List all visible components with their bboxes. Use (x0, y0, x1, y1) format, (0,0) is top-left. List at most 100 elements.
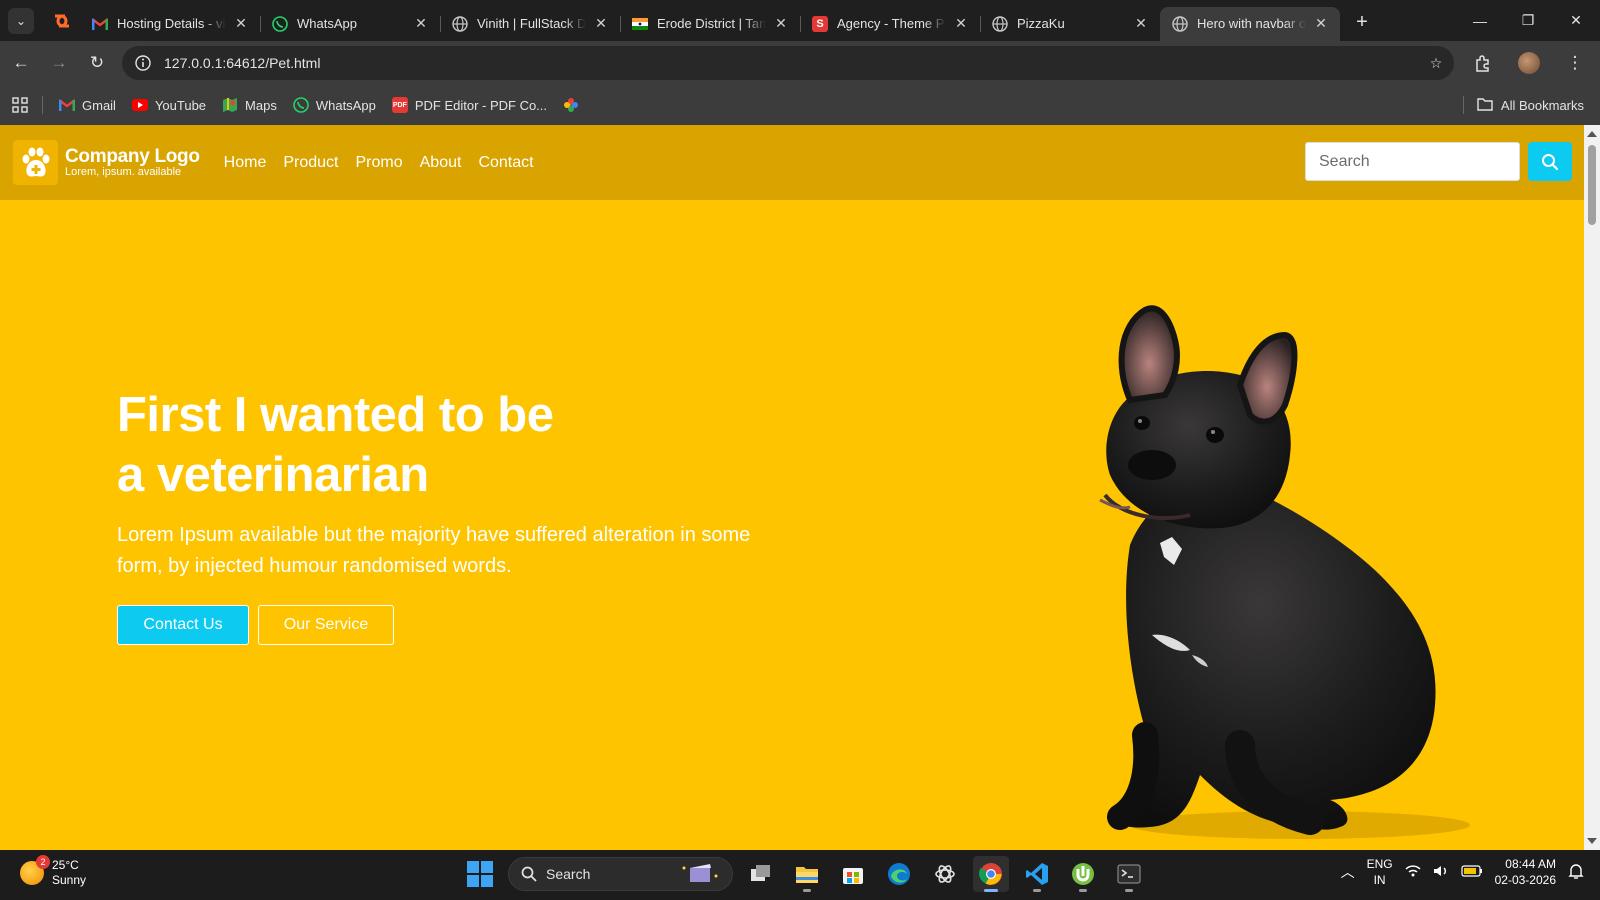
apps-grid-icon[interactable] (12, 97, 28, 113)
close-tab-icon[interactable]: ✕ (592, 15, 610, 33)
close-tab-icon[interactable]: ✕ (1132, 15, 1150, 33)
our-service-button[interactable]: Our Service (258, 605, 394, 645)
vscode-icon[interactable] (1019, 856, 1055, 892)
nav-product[interactable]: Product (283, 154, 338, 172)
close-tab-icon[interactable]: ✕ (232, 15, 250, 33)
tab-title: Erode District | Tami (657, 16, 766, 31)
language-indicator[interactable]: ENG IN (1367, 856, 1393, 888)
globe-icon (992, 15, 1008, 32)
bookmark-label: Gmail (82, 97, 116, 113)
weather-temp: 25°C (52, 858, 79, 872)
bookmark-youtube[interactable]: YouTube (131, 97, 207, 113)
tab-whatsapp[interactable]: WhatsApp ✕ (260, 7, 441, 41)
search-input[interactable] (1305, 142, 1520, 181)
logo-title: Company Logo (65, 146, 200, 167)
bookmarks-bar: Gmail YouTube Maps WhatsApp PDF PDF Edit… (0, 85, 1600, 125)
window-controls: — ❐ ✕ (1456, 0, 1600, 41)
bookmark-label: PDF Editor - PDF Co... (414, 97, 548, 113)
tab-search-button[interactable]: ⌄ (8, 7, 34, 34)
notification-bell-icon[interactable] (1568, 863, 1584, 882)
tab-agency-theme[interactable]: S Agency - Theme Pro ✕ (800, 7, 981, 41)
minimize-icon[interactable]: — (1456, 0, 1504, 41)
chrome-icon[interactable] (973, 856, 1009, 892)
whatsapp-icon (293, 97, 309, 113)
chatgpt-icon[interactable] (927, 856, 963, 892)
main-nav: Home Product Promo About Contact (224, 154, 551, 172)
taskbar-search[interactable]: Search (508, 857, 733, 891)
address-bar[interactable]: 127.0.0.1:64612/Pet.html ☆ (122, 46, 1454, 80)
edge-icon[interactable] (881, 856, 917, 892)
new-tab-button[interactable]: + (1348, 9, 1376, 37)
close-tab-icon[interactable]: ✕ (952, 15, 970, 33)
folder-icon (1477, 97, 1493, 114)
microsoft-store-icon[interactable] (835, 856, 871, 892)
profile-avatar[interactable] (1512, 46, 1546, 80)
gmail-icon (92, 16, 108, 32)
terminal-icon[interactable] (1111, 856, 1147, 892)
close-window-icon[interactable]: ✕ (1552, 0, 1600, 41)
site-info-icon[interactable] (126, 55, 160, 71)
search-button[interactable] (1528, 142, 1572, 181)
pdf-icon: PDF (391, 97, 408, 113)
extensions-icon[interactable] (1466, 46, 1500, 80)
clock-date: 02-03-2026 (1494, 873, 1556, 887)
wifi-icon[interactable] (1405, 864, 1421, 881)
whatsapp-icon (272, 15, 288, 32)
start-button[interactable] (462, 856, 498, 892)
forward-icon[interactable]: → (42, 46, 76, 80)
contact-us-button[interactable]: Contact Us (117, 605, 249, 645)
volume-icon[interactable] (1433, 864, 1449, 881)
cpanel-icon (55, 14, 69, 27)
tab-erode-district[interactable]: Erode District | Tami ✕ (620, 7, 801, 41)
bookmark-label: YouTube (154, 97, 207, 113)
task-view-icon[interactable] (743, 856, 779, 892)
globe-icon (452, 15, 468, 32)
menu-kebab-icon[interactable]: ⋮ (1558, 46, 1592, 80)
weather-desc: Sunny (52, 873, 87, 887)
reload-icon[interactable]: ↻ (80, 46, 114, 80)
system-tray: ︿ ENG IN 08:44 AM 02-03-2026 (1341, 856, 1584, 888)
tab-title: WhatsApp (297, 16, 357, 31)
back-icon[interactable]: ← (4, 46, 38, 80)
file-explorer-icon[interactable] (789, 856, 825, 892)
weather-widget[interactable]: 2 25°C Sunny (20, 855, 87, 888)
tab-hosting-details[interactable]: Hosting Details - vin ✕ (80, 7, 261, 41)
close-tab-icon[interactable]: ✕ (412, 15, 430, 33)
close-tab-icon[interactable]: ✕ (1312, 15, 1330, 33)
browser-toolbar: ← → ↻ 127.0.0.1:64612/Pet.html ☆ ⋮ (0, 41, 1600, 85)
battery-icon[interactable] (1461, 864, 1483, 880)
tab-title: Vinith | FullStack De (477, 16, 586, 31)
bookmark-photos[interactable] (563, 97, 579, 113)
tab-title: Hosting Details - vin (117, 16, 226, 31)
globe-icon (1172, 15, 1188, 32)
bookmark-whatsapp[interactable]: WhatsApp (293, 97, 376, 113)
bookmark-label: WhatsApp (315, 97, 376, 113)
nav-promo[interactable]: Promo (356, 154, 403, 172)
bookmark-star-icon[interactable]: ☆ (1418, 55, 1454, 72)
bookmark-maps[interactable]: Maps (222, 97, 277, 113)
company-logo[interactable]: Company Logo Lorem, ipsum. available (13, 140, 200, 185)
hero-description: Lorem Ipsum available but the majority h… (117, 524, 751, 577)
nav-home[interactable]: Home (224, 154, 267, 172)
all-bookmarks-label: All Bookmarks (1500, 97, 1584, 113)
bookmark-pdf-editor[interactable]: PDF PDF Editor - PDF Co... (391, 97, 548, 113)
show-hidden-icons-chevron-icon[interactable]: ︿ (1341, 862, 1355, 882)
tab-vinith[interactable]: Vinith | FullStack De ✕ (440, 7, 621, 41)
tab-hero-navbar[interactable]: Hero with navbar on ✕ (1160, 6, 1340, 41)
close-tab-icon[interactable]: ✕ (772, 15, 790, 33)
sun-icon: 2 (20, 855, 50, 885)
utorrent-icon[interactable] (1065, 856, 1101, 892)
site-search (1305, 142, 1572, 181)
tab-pizzaku[interactable]: PizzaKu ✕ (980, 7, 1160, 41)
bookmark-gmail[interactable]: Gmail (59, 97, 116, 113)
pinned-tab[interactable] (44, 5, 80, 37)
india-flag-icon (632, 16, 648, 32)
restore-icon[interactable]: ❐ (1504, 0, 1552, 41)
nav-about[interactable]: About (420, 154, 462, 172)
clock[interactable]: 08:44 AM 02-03-2026 (1495, 856, 1556, 888)
nav-contact[interactable]: Contact (478, 154, 533, 172)
scrollbar-thumb[interactable] (1588, 145, 1596, 225)
all-bookmarks-button[interactable]: All Bookmarks (1477, 97, 1584, 114)
page-scrollbar[interactable] (1584, 125, 1600, 850)
page-viewport: Company Logo Lorem, ipsum. available Hom… (0, 125, 1584, 850)
